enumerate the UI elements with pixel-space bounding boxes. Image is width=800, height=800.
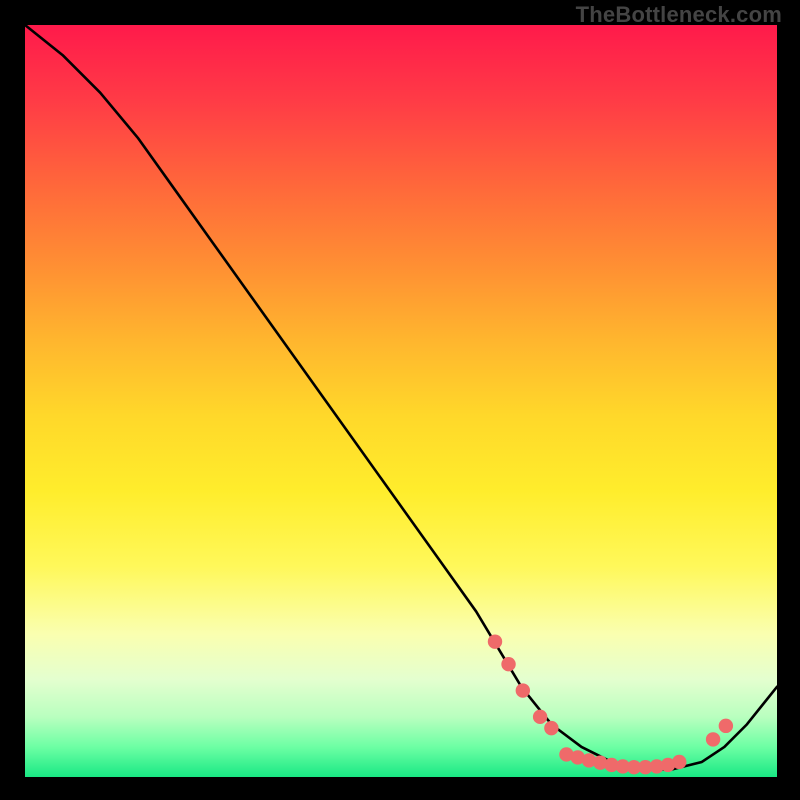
data-marker bbox=[672, 755, 686, 769]
curve-line bbox=[25, 25, 777, 769]
data-marker bbox=[706, 732, 720, 746]
data-marker bbox=[544, 721, 558, 735]
data-marker bbox=[501, 657, 515, 671]
data-marker bbox=[516, 683, 530, 697]
plot-area bbox=[25, 25, 777, 777]
data-marker bbox=[719, 719, 733, 733]
chart-frame: TheBottleneck.com bbox=[0, 0, 800, 800]
data-marker bbox=[533, 710, 547, 724]
data-marker bbox=[488, 634, 502, 648]
chart-svg bbox=[25, 25, 777, 777]
